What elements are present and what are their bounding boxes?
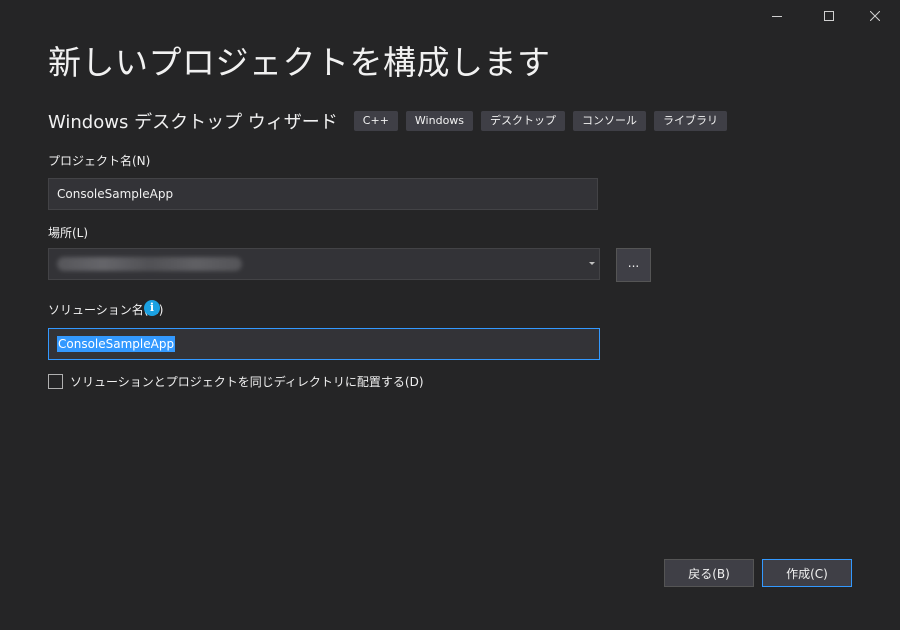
dropdown-arrow-icon[interactable] [589,262,595,265]
info-icon[interactable]: i [144,300,160,316]
location-path-redacted [57,257,242,271]
maximize-button[interactable] [806,0,852,32]
template-summary: Windows デスクトップ ウィザード C++ Windows デスクトップ … [48,108,735,134]
page-title: 新しいプロジェクトを構成します [48,43,551,82]
back-button[interactable]: 戻る(B) [664,559,754,587]
close-button[interactable] [852,0,898,32]
minimize-icon [772,15,782,17]
tag-desktop: デスクトップ [481,111,566,131]
same-directory-label[interactable]: ソリューションとプロジェクトを同じディレクトリに配置する(D) [70,374,424,390]
tag-windows: Windows [405,111,474,131]
project-name-input[interactable]: ConsoleSampleApp [48,178,598,210]
location-label: 場所(L) [48,226,89,240]
tag-library: ライブラリ [654,111,728,131]
browse-button[interactable]: ... [616,248,651,282]
tag-console: コンソール [573,111,647,131]
project-name-value: ConsoleSampleApp [57,187,174,201]
same-directory-checkbox[interactable] [48,374,63,389]
minimize-button[interactable] [754,0,800,32]
close-icon [870,11,880,21]
location-combobox[interactable] [48,248,600,280]
project-name-label: プロジェクト名(N) [48,154,151,168]
maximize-icon [824,11,834,21]
solution-name-input[interactable]: ConsoleSampleApp [48,328,600,360]
create-button[interactable]: 作成(C) [762,559,852,587]
solution-name-value: ConsoleSampleApp [57,336,176,352]
tag-cpp: C++ [353,111,398,131]
template-name: Windows デスクトップ ウィザード [48,112,338,133]
